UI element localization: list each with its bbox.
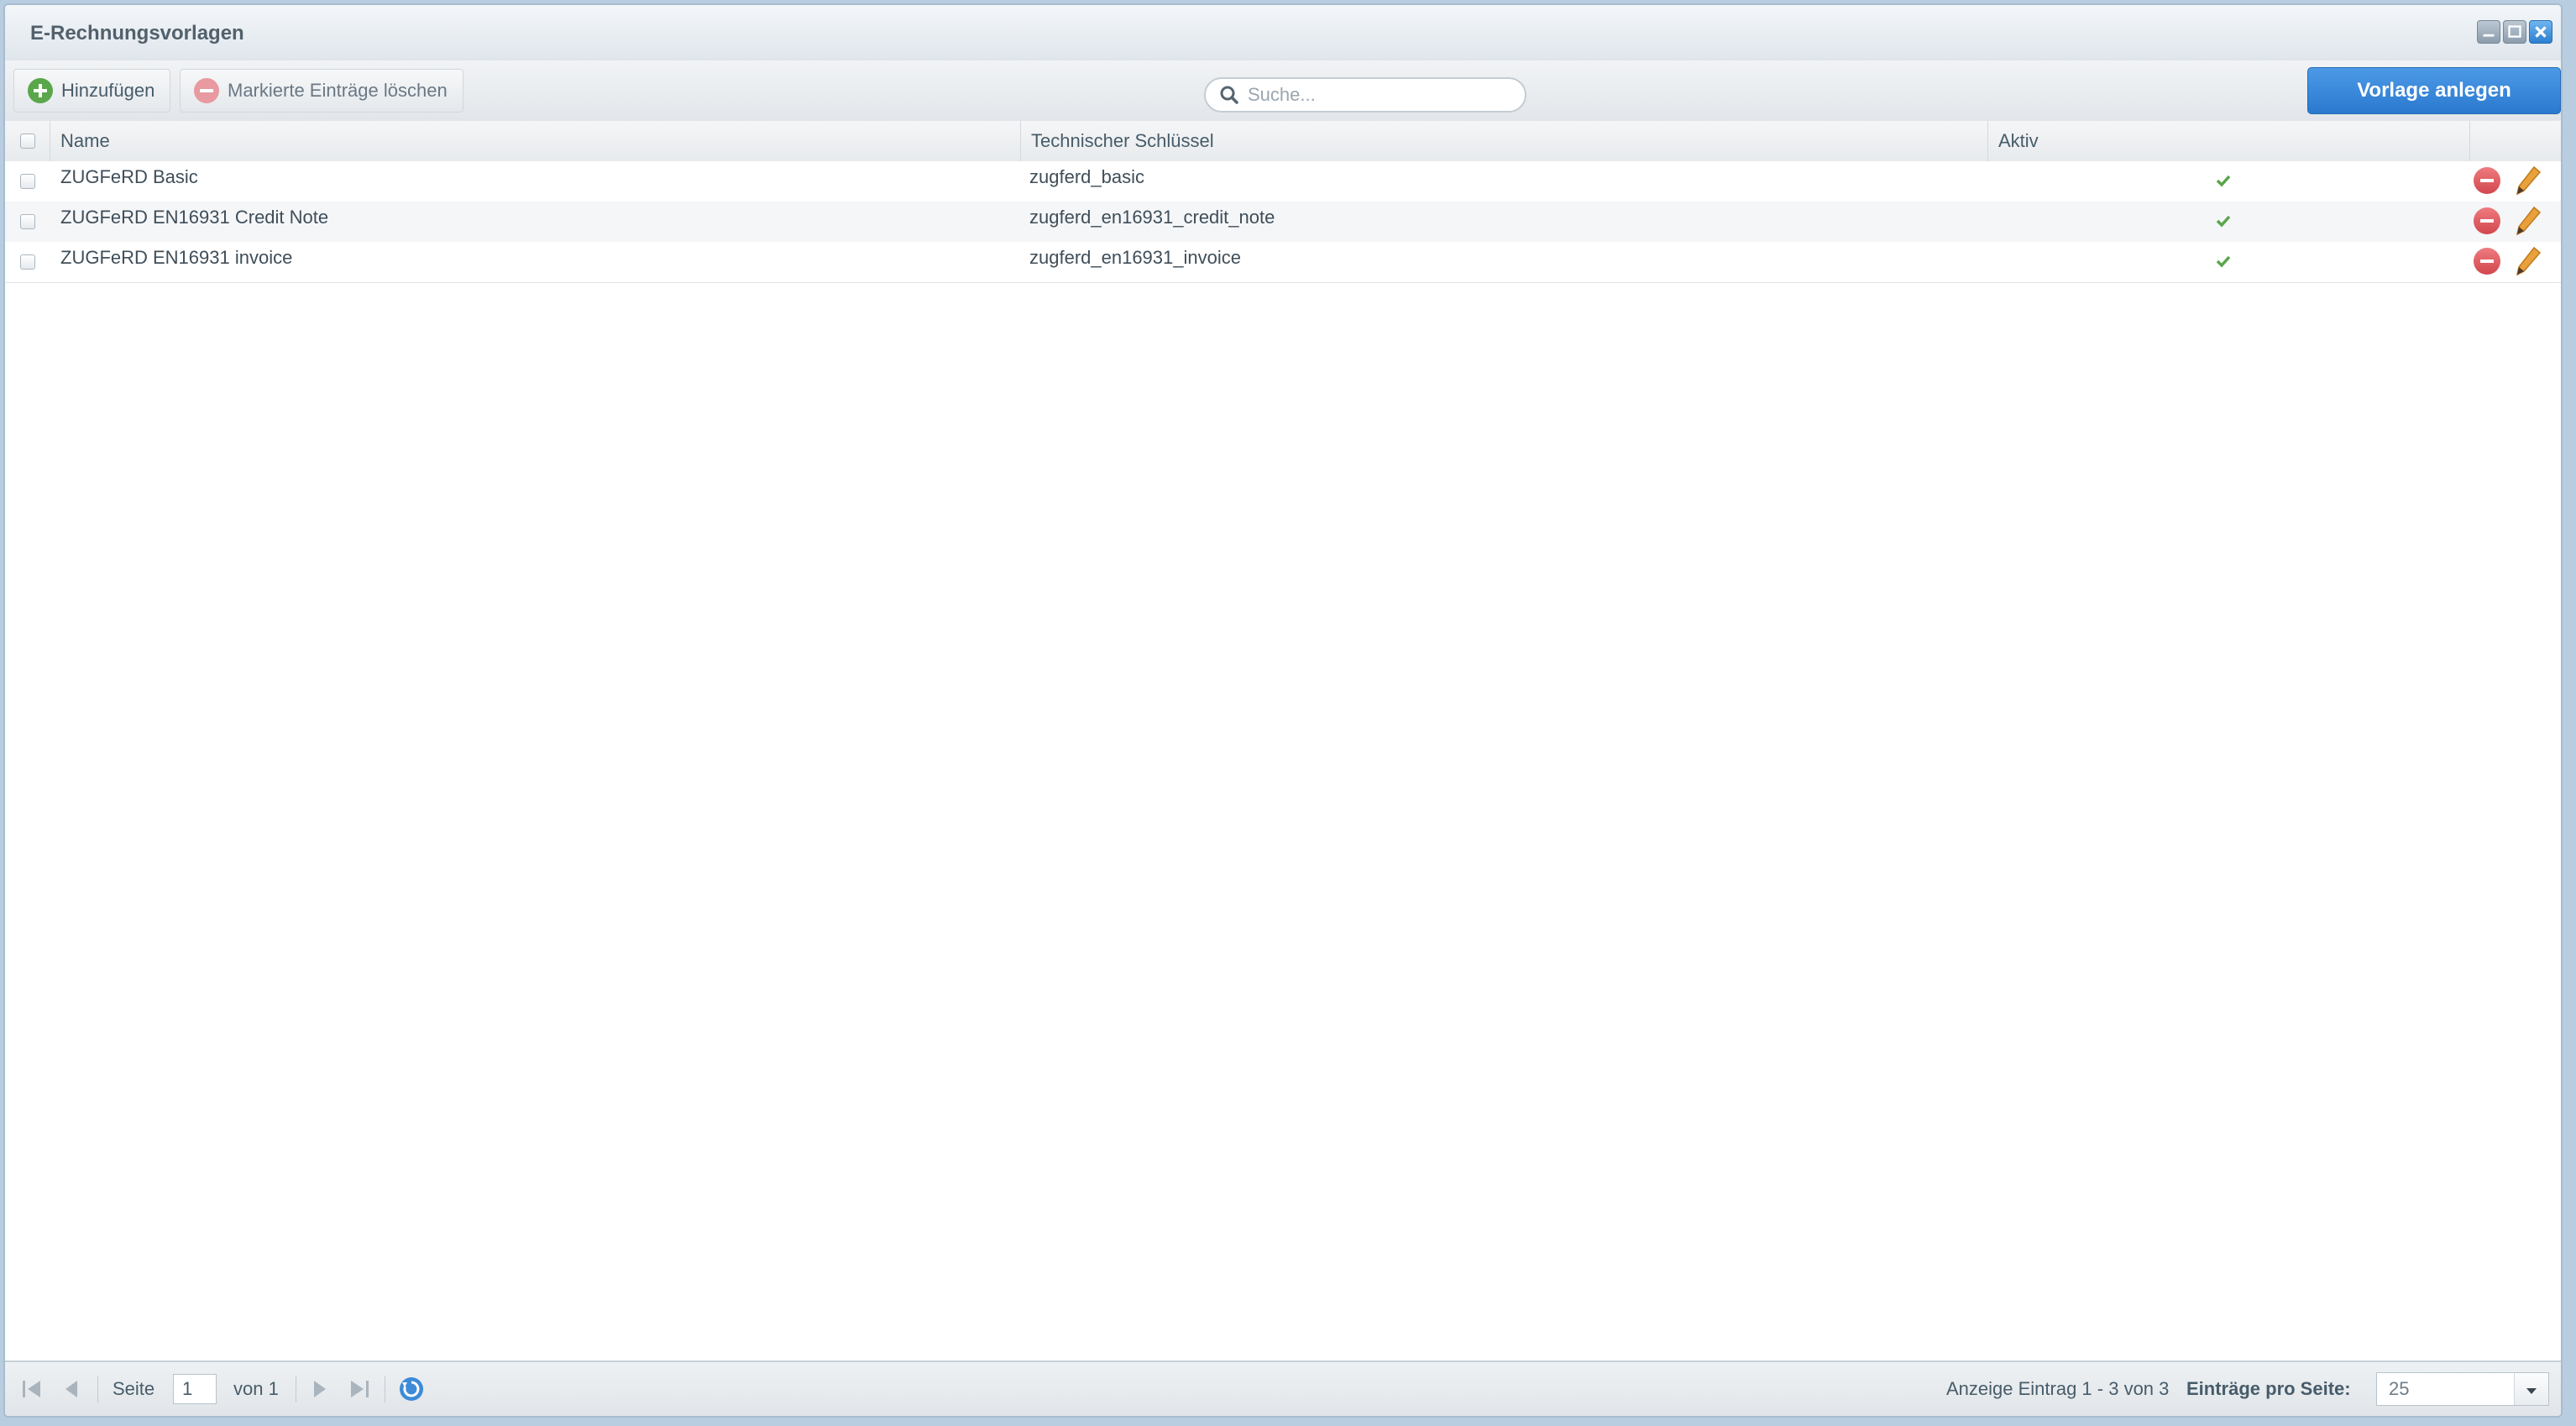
row-key: zugferd_en16931_invoice bbox=[1029, 247, 1241, 268]
select-all-cell bbox=[5, 121, 50, 161]
delete-row-button[interactable] bbox=[2474, 248, 2500, 275]
add-icon bbox=[28, 78, 53, 103]
separator bbox=[97, 1376, 98, 1402]
first-page-icon[interactable] bbox=[20, 1379, 44, 1399]
page-label: Seite bbox=[113, 1378, 155, 1399]
delete-selected-button[interactable]: Markierte Einträge löschen bbox=[180, 69, 463, 113]
column-header-key[interactable]: Technischer Schlüssel bbox=[1021, 121, 1988, 161]
row-name: ZUGFeRD EN16931 Credit Note bbox=[60, 207, 329, 228]
delete-row-button[interactable] bbox=[2474, 167, 2500, 194]
table-row[interactable]: ZUGFeRD EN16931 invoice zugferd_en16931_… bbox=[5, 242, 2561, 283]
per-page-value: 25 bbox=[2389, 1378, 2410, 1399]
maximize-icon bbox=[2508, 25, 2521, 38]
search-input[interactable] bbox=[1246, 83, 1518, 107]
window: E-Rechnungsvorlagen Hinzufügen Markierte… bbox=[3, 3, 2563, 1418]
minimize-icon bbox=[2483, 34, 2495, 37]
add-button-label: Hinzufügen bbox=[61, 80, 155, 101]
search-field bbox=[1204, 77, 1526, 113]
close-icon bbox=[2535, 26, 2547, 38]
select-all-checkbox[interactable] bbox=[20, 134, 35, 149]
column-header-actions bbox=[2470, 121, 2561, 161]
table-row[interactable]: ZUGFeRD Basic zugferd_basic bbox=[5, 161, 2561, 202]
search-icon bbox=[1220, 86, 1238, 104]
chevron-down-icon bbox=[2526, 1388, 2537, 1394]
close-button[interactable] bbox=[2529, 20, 2552, 44]
add-button[interactable]: Hinzufügen bbox=[13, 69, 171, 113]
maximize-button[interactable] bbox=[2503, 20, 2526, 44]
row-checkbox[interactable] bbox=[20, 174, 35, 189]
row-name: ZUGFeRD Basic bbox=[60, 166, 198, 187]
row-checkbox[interactable] bbox=[20, 214, 35, 229]
checkmark-icon bbox=[2216, 215, 2231, 228]
create-template-button[interactable]: Vorlage anlegen bbox=[2307, 67, 2561, 114]
display-info: Anzeige Eintrag 1 - 3 von 3 bbox=[1946, 1378, 2170, 1399]
delete-row-button[interactable] bbox=[2474, 207, 2500, 234]
pagination-bar: Seite 1 von 1 Anzeige Eintrag 1 - 3 von … bbox=[5, 1360, 2561, 1416]
checkmark-icon bbox=[2216, 175, 2231, 187]
minimize-button[interactable] bbox=[2477, 20, 2500, 44]
edit-pencil-icon[interactable] bbox=[2514, 165, 2542, 197]
per-page-select[interactable]: 25 bbox=[2376, 1372, 2549, 1406]
edit-pencil-icon[interactable] bbox=[2514, 245, 2542, 277]
page-of-label: von 1 bbox=[233, 1378, 279, 1399]
row-checkbox[interactable] bbox=[20, 254, 35, 270]
next-page-icon[interactable] bbox=[311, 1379, 329, 1399]
refresh-icon[interactable] bbox=[398, 1376, 425, 1402]
table-row[interactable]: ZUGFeRD EN16931 Credit Note zugferd_en16… bbox=[5, 202, 2561, 243]
row-key: zugferd_en16931_credit_note bbox=[1029, 207, 1275, 228]
grid-header: Name Technischer Schlüssel Aktiv bbox=[5, 121, 2561, 162]
row-name: ZUGFeRD EN16931 invoice bbox=[60, 247, 293, 268]
delete-selected-label: Markierte Einträge löschen bbox=[228, 80, 448, 101]
window-title: E-Rechnungsvorlagen bbox=[30, 22, 244, 45]
column-header-active[interactable]: Aktiv bbox=[1988, 121, 2470, 161]
page-number-input[interactable]: 1 bbox=[173, 1374, 217, 1404]
window-controls bbox=[2477, 20, 2552, 44]
checkmark-icon bbox=[2216, 255, 2231, 268]
column-header-name[interactable]: Name bbox=[50, 121, 1021, 161]
toolbar: Hinzufügen Markierte Einträge löschen Vo… bbox=[5, 60, 2561, 123]
dropdown-arrow[interactable] bbox=[2514, 1373, 2548, 1405]
previous-page-icon[interactable] bbox=[62, 1379, 81, 1399]
per-page-label: Einträge pro Seite: bbox=[2186, 1378, 2351, 1399]
remove-icon bbox=[194, 78, 219, 103]
last-page-icon[interactable] bbox=[348, 1379, 371, 1399]
row-key: zugferd_basic bbox=[1029, 166, 1144, 187]
edit-pencil-icon[interactable] bbox=[2514, 205, 2542, 237]
title-bar: E-Rechnungsvorlagen bbox=[5, 5, 2561, 62]
